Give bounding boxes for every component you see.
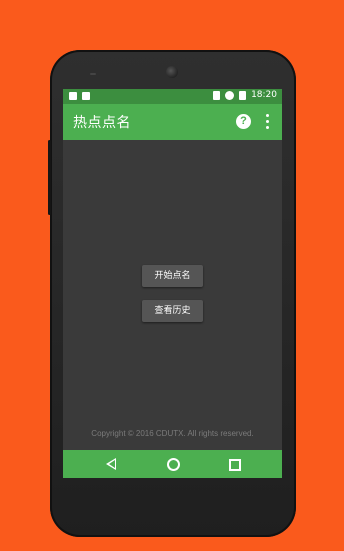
camera-icon	[166, 66, 178, 78]
status-left	[69, 92, 90, 100]
android-icon	[82, 92, 90, 100]
app-bar: 热点点名 ?	[63, 104, 282, 140]
start-rollcall-button[interactable]: 开始点名	[142, 265, 203, 287]
copyright-text: Copyright © 2016 CDUTX. All rights reser…	[91, 429, 254, 438]
battery-icon	[239, 90, 247, 100]
more-dot	[265, 126, 269, 129]
more-dot	[265, 114, 269, 117]
status-time: 18:20	[251, 90, 277, 100]
navigation-bar	[63, 450, 282, 478]
help-icon[interactable]: ?	[236, 114, 251, 129]
more-vert-icon[interactable]	[265, 114, 269, 129]
alarm-icon	[225, 90, 235, 100]
more-dot	[265, 120, 269, 123]
view-history-button[interactable]: 查看历史	[142, 300, 203, 322]
phone-sensor	[90, 73, 96, 75]
vibrate-icon	[213, 90, 221, 100]
recent-apps-icon[interactable]	[229, 459, 241, 471]
back-icon[interactable]	[106, 458, 116, 470]
image-icon	[69, 92, 77, 100]
status-bar: 18:20	[63, 89, 282, 104]
screen: 18:20 热点点名 ? 开始点名 查看历史 Copyright © 2016 …	[63, 89, 282, 478]
power-button	[48, 140, 51, 215]
home-icon[interactable]	[167, 458, 180, 471]
status-right: 18:20	[213, 90, 277, 100]
page-title: 热点点名	[73, 115, 131, 131]
back-icon-inner	[109, 460, 115, 468]
